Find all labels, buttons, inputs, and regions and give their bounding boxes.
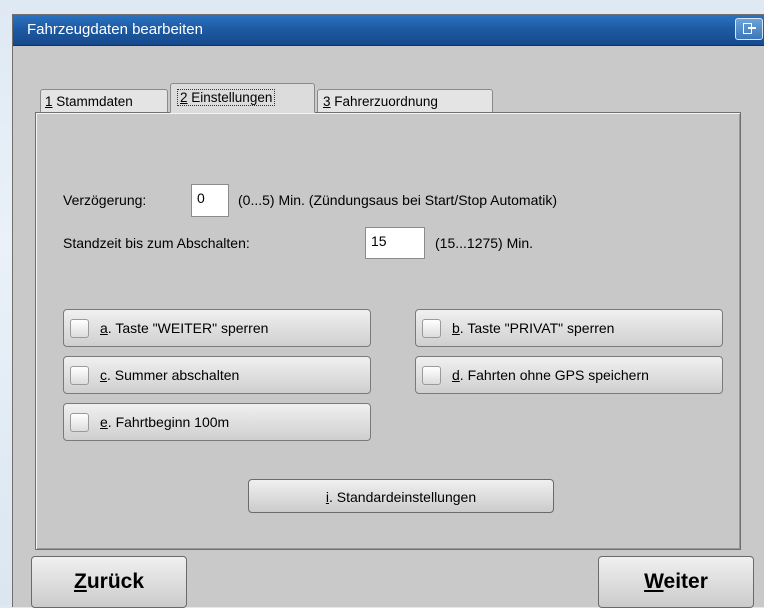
tab-label: Fahrerzuordnung xyxy=(334,94,438,109)
tab-label: Stammdaten xyxy=(56,94,133,109)
delay-input[interactable]: 0 xyxy=(191,184,229,217)
checkbox-icon xyxy=(422,366,441,385)
delay-label: Verzögerung: xyxy=(63,192,147,208)
tab-label: Einstellungen xyxy=(191,90,273,105)
checkbox-icon xyxy=(70,319,89,338)
window-title: Fahrzeugdaten bearbeiten xyxy=(27,21,203,38)
checkbox-icon xyxy=(422,319,441,338)
delay-hint: (0...5) Min. (Zündungsaus bei Start/Stop… xyxy=(238,192,558,208)
idle-time-hint: (15...1275) Min. xyxy=(435,235,534,251)
idle-time-input[interactable]: 15 xyxy=(365,227,425,259)
tab-einstellungen[interactable]: 2 Einstellungen xyxy=(170,83,315,113)
restore-window-icon xyxy=(743,23,756,34)
tab-fahrerzuordnung[interactable]: 3 Fahrerzuordnung xyxy=(317,89,493,113)
option-a-weiter-lock[interactable]: a. Taste "WEITER" sperren xyxy=(63,309,371,347)
restore-window-button[interactable] xyxy=(735,18,763,40)
title-bar: Fahrzeugdaten bearbeiten xyxy=(13,15,764,46)
checkbox-icon xyxy=(70,413,89,432)
checkbox-icon xyxy=(70,366,89,385)
next-button[interactable]: Weiter xyxy=(598,556,754,608)
option-d-save-without-gps[interactable]: d. Fahrten ohne GPS speichern xyxy=(415,356,723,394)
dialog-window: Fahrzeugdaten bearbeiten 1 Stammdaten 2 … xyxy=(12,14,764,608)
idle-time-label: Standzeit bis zum Abschalten: xyxy=(63,235,250,251)
settings-panel: Verzögerung: 0 (0...5) Min. (Zündungsaus… xyxy=(35,112,741,550)
back-button[interactable]: Zurück xyxy=(31,556,187,608)
option-b-privat-lock[interactable]: b. Taste "PRIVAT" sperren xyxy=(415,309,723,347)
default-settings-button[interactable]: i. Standardeinstellungen xyxy=(248,479,554,513)
tab-stammdaten[interactable]: 1 Stammdaten xyxy=(40,89,168,113)
option-c-buzzer-off[interactable]: c. Summer abschalten xyxy=(63,356,371,394)
option-e-trip-start-100m[interactable]: e. Fahrtbeginn 100m xyxy=(63,403,371,441)
